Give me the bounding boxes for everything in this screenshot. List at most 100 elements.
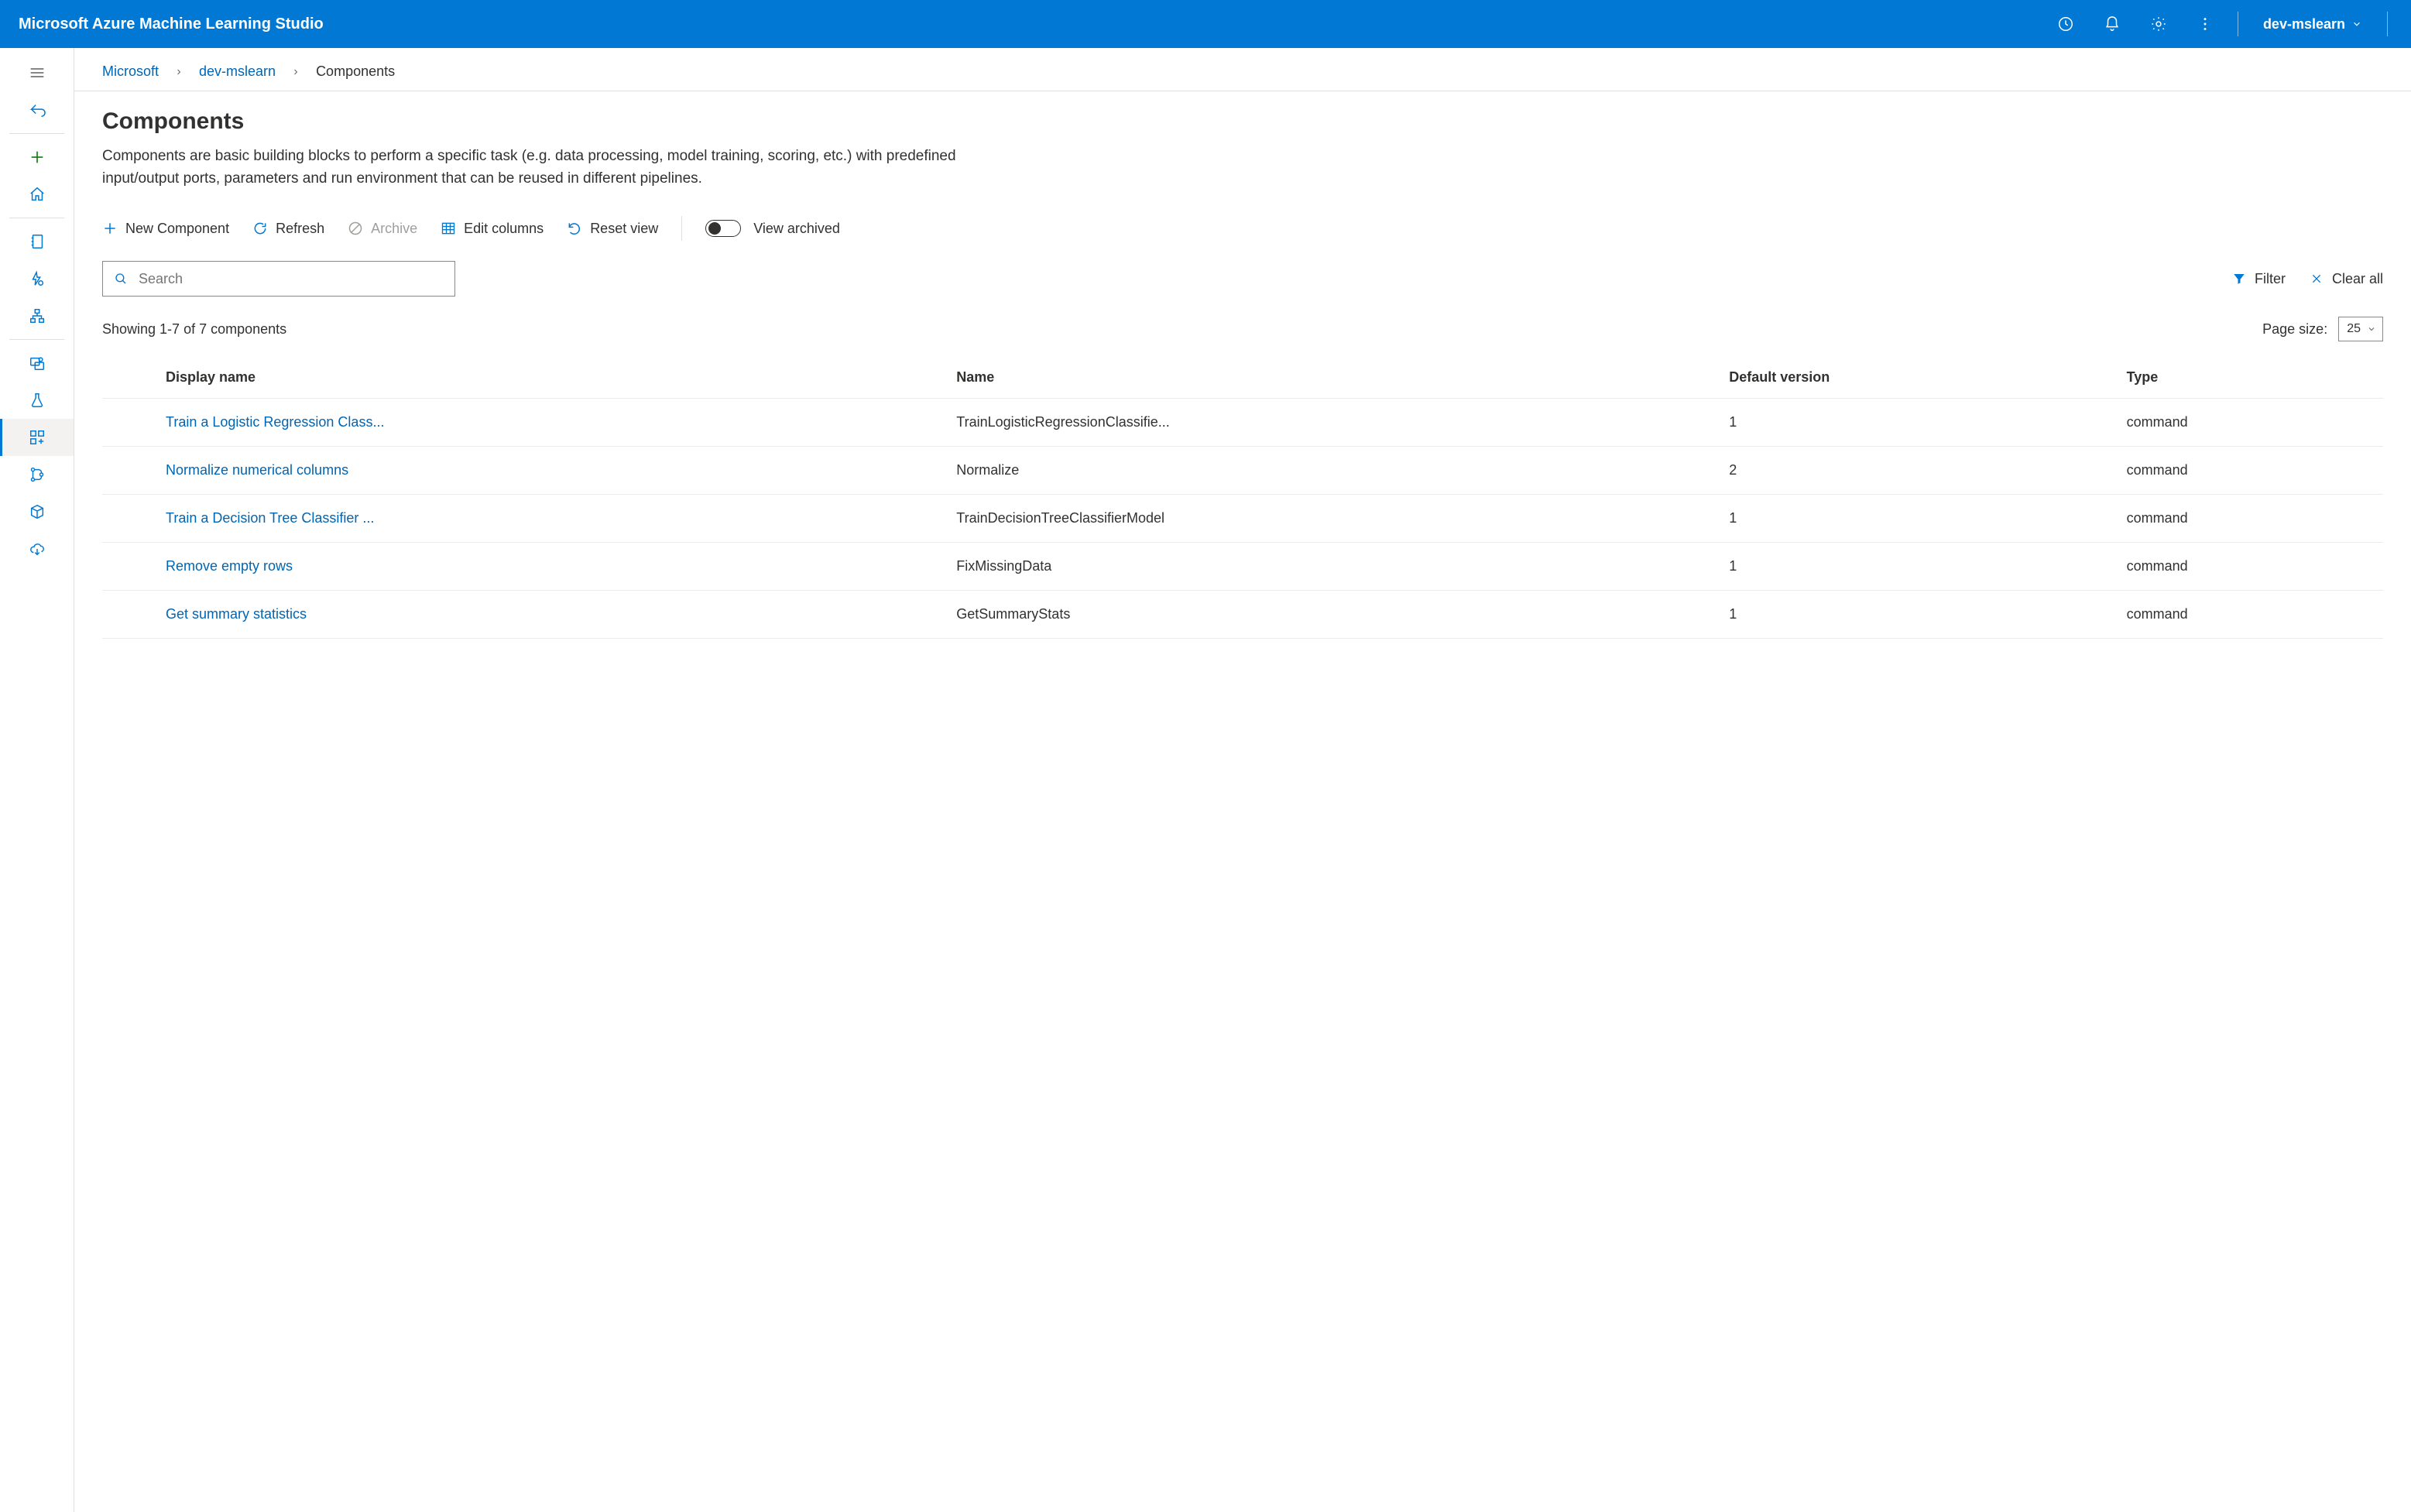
home-icon bbox=[29, 186, 46, 203]
page-size-label: Page size: bbox=[2262, 321, 2327, 338]
more-button[interactable] bbox=[2186, 5, 2224, 43]
table-header-row: Display name Name Default version Type bbox=[102, 357, 2383, 399]
row-select[interactable] bbox=[102, 591, 156, 639]
view-archived-label: View archived bbox=[753, 221, 840, 237]
sidebar-item-jobs[interactable] bbox=[0, 382, 74, 419]
row-type: command bbox=[2118, 447, 2383, 495]
row-name: TrainLogisticRegressionClassifie... bbox=[947, 399, 1720, 447]
table-row[interactable]: Remove empty rows FixMissingData 1 comma… bbox=[102, 543, 2383, 591]
cloud-arrow-icon bbox=[29, 540, 46, 557]
filter-button[interactable]: Filter bbox=[2231, 271, 2286, 287]
header-divider-2 bbox=[2387, 12, 2388, 36]
columns-icon bbox=[441, 221, 456, 236]
workspace-switcher[interactable]: dev-mslearn bbox=[2252, 5, 2373, 43]
notebook-icon bbox=[29, 233, 46, 250]
view-archived-toggle[interactable] bbox=[705, 220, 741, 237]
row-default-version: 2 bbox=[1720, 447, 2117, 495]
row-select[interactable] bbox=[102, 495, 156, 543]
close-icon bbox=[2309, 271, 2324, 286]
bell-icon bbox=[2104, 15, 2121, 33]
row-display-name[interactable]: Normalize numerical columns bbox=[156, 447, 947, 495]
settings-button[interactable] bbox=[2140, 5, 2177, 43]
chevron-right-icon bbox=[174, 67, 183, 77]
row-default-version: 1 bbox=[1720, 543, 2117, 591]
row-name: FixMissingData bbox=[947, 543, 1720, 591]
page-size-select[interactable]: 25 bbox=[2338, 317, 2383, 341]
table-row[interactable]: Get summary statistics GetSummaryStats 1… bbox=[102, 591, 2383, 639]
table-row[interactable]: Train a Logistic Regression Class... Tra… bbox=[102, 399, 2383, 447]
table-row[interactable]: Normalize numerical columns Normalize 2 … bbox=[102, 447, 2383, 495]
lightning-gear-icon bbox=[29, 270, 46, 287]
row-display-name[interactable]: Remove empty rows bbox=[156, 543, 947, 591]
page-description: Components are basic building blocks to … bbox=[102, 146, 1016, 190]
row-type: command bbox=[2118, 399, 2383, 447]
sidebar-item-data[interactable] bbox=[0, 345, 74, 382]
components-table: Display name Name Default version Type T… bbox=[102, 357, 2383, 639]
reset-view-button[interactable]: Reset view bbox=[567, 221, 658, 237]
sidebar-item-models[interactable] bbox=[0, 493, 74, 530]
hierarchy-icon bbox=[29, 307, 46, 324]
chevron-right-icon bbox=[291, 67, 300, 77]
search-input[interactable] bbox=[137, 270, 444, 288]
recent-button[interactable] bbox=[2047, 5, 2084, 43]
app-header: Microsoft Azure Machine Learning Studio … bbox=[0, 0, 2411, 48]
result-count-text: Showing 1-7 of 7 components bbox=[102, 321, 286, 338]
table-header-select[interactable] bbox=[102, 357, 156, 399]
sidebar-item-notebooks[interactable] bbox=[0, 223, 74, 260]
pipeline-icon bbox=[29, 466, 46, 483]
edit-columns-button[interactable]: Edit columns bbox=[441, 221, 544, 237]
sidebar-item-back[interactable] bbox=[0, 91, 74, 129]
sidebar bbox=[0, 48, 74, 1512]
flask-icon bbox=[29, 392, 46, 409]
summary-row: Showing 1-7 of 7 components Page size: 2… bbox=[102, 317, 2383, 341]
row-display-name[interactable]: Get summary statistics bbox=[156, 591, 947, 639]
row-default-version: 1 bbox=[1720, 495, 2117, 543]
clear-all-button[interactable]: Clear all bbox=[2309, 271, 2383, 287]
refresh-icon bbox=[252, 221, 268, 236]
more-vertical-icon bbox=[2197, 15, 2214, 33]
sidebar-item-pipelines[interactable] bbox=[0, 456, 74, 493]
row-display-name[interactable]: Train a Logistic Regression Class... bbox=[156, 399, 947, 447]
row-name: TrainDecisionTreeClassifierModel bbox=[947, 495, 1720, 543]
archive-label: Archive bbox=[371, 221, 417, 237]
row-select[interactable] bbox=[102, 399, 156, 447]
cube-icon bbox=[29, 503, 46, 520]
row-select[interactable] bbox=[102, 543, 156, 591]
breadcrumb-root[interactable]: Microsoft bbox=[102, 63, 159, 80]
breadcrumb-workspace[interactable]: dev-mslearn bbox=[199, 63, 276, 80]
table-header-default-version[interactable]: Default version bbox=[1720, 357, 2117, 399]
table-row[interactable]: Train a Decision Tree Classifier ... Tra… bbox=[102, 495, 2383, 543]
table-header-display-name[interactable]: Display name bbox=[156, 357, 947, 399]
row-select[interactable] bbox=[102, 447, 156, 495]
reset-view-label: Reset view bbox=[590, 221, 658, 237]
table-header-name[interactable]: Name bbox=[947, 357, 1720, 399]
search-filter-row: Filter Clear all bbox=[102, 261, 2383, 297]
sidebar-item-endpoints[interactable] bbox=[0, 530, 74, 567]
archive-button: Archive bbox=[348, 221, 417, 237]
back-arrow-icon bbox=[29, 101, 46, 118]
gear-icon bbox=[2150, 15, 2167, 33]
sidebar-item-home[interactable] bbox=[0, 176, 74, 213]
search-box[interactable] bbox=[102, 261, 455, 297]
refresh-button[interactable]: Refresh bbox=[252, 221, 324, 237]
sidebar-toggle[interactable] bbox=[0, 54, 74, 91]
sidebar-item-automl[interactable] bbox=[0, 260, 74, 297]
header-actions: dev-mslearn bbox=[2047, 5, 2392, 43]
sidebar-divider-1 bbox=[9, 133, 64, 134]
clock-icon bbox=[2057, 15, 2074, 33]
notifications-button[interactable] bbox=[2094, 5, 2131, 43]
hamburger-icon bbox=[29, 67, 45, 78]
view-archived-toggle-group: View archived bbox=[705, 220, 840, 237]
sidebar-divider-3 bbox=[9, 339, 64, 340]
table-header-type[interactable]: Type bbox=[2118, 357, 2383, 399]
row-display-name[interactable]: Train a Decision Tree Classifier ... bbox=[156, 495, 947, 543]
sidebar-item-new[interactable] bbox=[0, 139, 74, 176]
sidebar-item-components[interactable] bbox=[0, 419, 74, 456]
toggle-knob bbox=[708, 222, 721, 235]
page-size-value: 25 bbox=[2347, 322, 2361, 336]
table-body: Train a Logistic Regression Class... Tra… bbox=[102, 399, 2383, 639]
new-component-button[interactable]: New Component bbox=[102, 221, 229, 237]
new-component-label: New Component bbox=[125, 221, 229, 237]
toolbar: New Component Refresh Archive bbox=[102, 216, 2383, 241]
sidebar-item-designer[interactable] bbox=[0, 297, 74, 334]
